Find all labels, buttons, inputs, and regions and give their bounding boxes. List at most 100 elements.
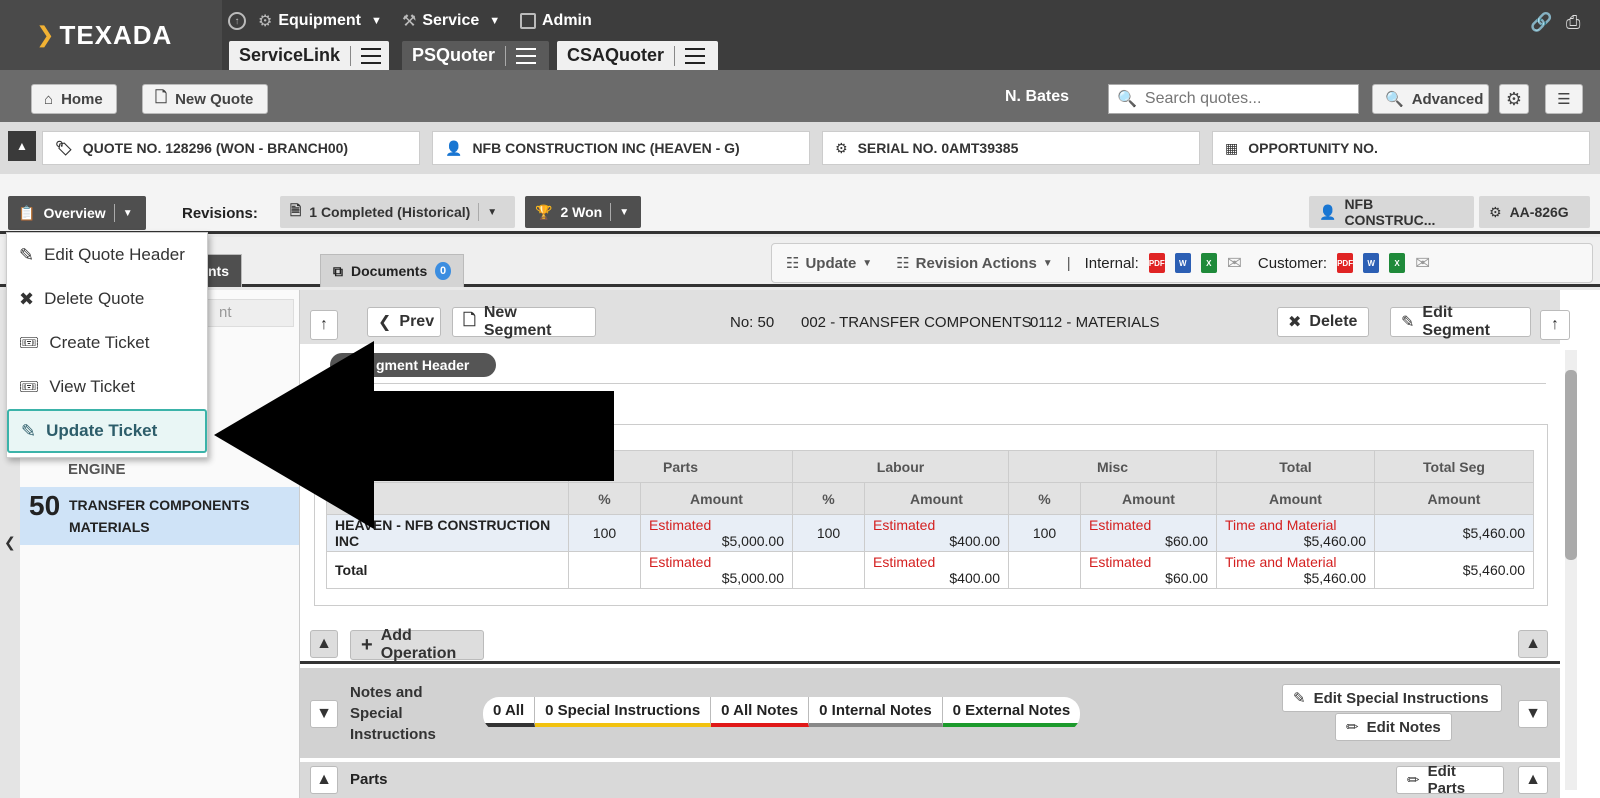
home-button[interactable]: ⌂ Home xyxy=(31,84,117,114)
caret-down-icon: ▼ xyxy=(487,206,498,218)
notes-filter-external[interactable]: 0 External Notes xyxy=(942,697,1081,727)
delete-segment-button[interactable]: ✖ Delete xyxy=(1277,307,1369,337)
ticket-icon: 🎟 xyxy=(19,379,40,396)
expand-down-icon[interactable]: ▼ xyxy=(310,700,338,728)
edit-icon: ✎ xyxy=(1293,690,1306,707)
new-document-icon: 🗋 xyxy=(155,88,168,106)
internal-email-icon[interactable]: ✉ xyxy=(1227,253,1242,274)
internal-excel-icon[interactable]: X xyxy=(1200,253,1217,273)
close-icon: ✖ xyxy=(1288,314,1302,331)
menu-icon[interactable] xyxy=(361,47,382,64)
list-icon: ☷ xyxy=(896,255,910,272)
overview-dropdown[interactable]: 📋 Overview ▼ xyxy=(8,196,146,230)
expand-down-icon[interactable]: ▼ xyxy=(1518,700,1548,728)
menu-item-delete-quote[interactable]: ✖ Delete Quote xyxy=(7,277,207,321)
trophy-icon: 🏆 xyxy=(535,203,553,220)
nav-equipment[interactable]: ⚙ Equipment ▼ xyxy=(258,10,382,32)
edit-segment-button[interactable]: ✎ Edit Segment xyxy=(1390,304,1531,339)
nav-up-icon[interactable]: ↑ xyxy=(228,10,246,32)
documents-count-badge: 0 xyxy=(435,262,451,280)
update-dropdown[interactable]: ☷ Update ▼ xyxy=(786,254,873,273)
menu-item-create-ticket[interactable]: 🎟 Create Ticket xyxy=(7,321,207,365)
pencil-icon: ✏ xyxy=(1346,719,1359,736)
search-input[interactable] xyxy=(1144,90,1345,108)
texada-logo[interactable]: ❯ TEXADA xyxy=(0,0,222,70)
segment-no: No: 50 xyxy=(730,314,775,331)
menu-item-view-ticket[interactable]: 🎟 View Ticket xyxy=(7,365,207,409)
internal-pdf-icon[interactable]: PDF xyxy=(1148,253,1165,273)
customer-label: Customer: xyxy=(1257,254,1328,272)
collapse-up-icon[interactable]: ▲ xyxy=(1518,630,1548,658)
link-icon[interactable]: 🔗 xyxy=(1530,12,1552,33)
search-icon: 🔍 xyxy=(1385,91,1404,108)
tab-servicelink[interactable]: ServiceLink xyxy=(229,41,389,70)
caret-down-icon: ▼ xyxy=(489,15,501,27)
plus-icon: + xyxy=(361,633,373,656)
notes-filter-all-notes[interactable]: 0 All Notes xyxy=(711,697,810,727)
scroll-top-icon[interactable]: ↑ xyxy=(1540,310,1570,340)
table-row[interactable]: Total Estimated $5,000.00 Estimated $400.0… xyxy=(326,551,1534,589)
collapse-up-icon[interactable]: ▲ xyxy=(1518,766,1548,794)
advanced-search-button[interactable]: 🔍 Advanced xyxy=(1372,84,1489,114)
tab-psquoter[interactable]: PSQuoter xyxy=(402,41,549,70)
customer-pdf-icon[interactable]: PDF xyxy=(1337,253,1354,273)
collapse-up-icon[interactable]: ▲ xyxy=(8,131,36,161)
opportunity-box[interactable]: ▦ OPPORTUNITY NO. xyxy=(1212,131,1590,165)
won-revisions-dropdown[interactable]: 🏆 2 Won ▼ xyxy=(525,196,641,228)
parts-section xyxy=(300,762,1560,798)
notes-filter-all[interactable]: 0 All xyxy=(483,697,536,727)
segment-engine[interactable]: ENGINE xyxy=(68,461,126,478)
completed-revisions-dropdown[interactable]: 🗎 1 Completed (Historical) ▼ xyxy=(280,196,515,228)
tools-icon: ⚒ xyxy=(402,13,417,30)
chevron-left-icon[interactable]: ❮ xyxy=(4,534,16,551)
content-scrollbar[interactable] xyxy=(1565,350,1577,790)
quote-number-box[interactable]: 🏷 QUOTE NO. 128296 (WON - BRANCH00) xyxy=(42,131,420,165)
new-segment-button[interactable]: 🗋 New Segment xyxy=(452,304,596,339)
gear-icon: ⚙ xyxy=(1489,203,1502,220)
settings-gear-icon[interactable]: ⚙ xyxy=(1499,84,1529,114)
notes-filter-internal[interactable]: 0 Internal Notes xyxy=(809,697,943,727)
collapse-up-icon[interactable]: ▲ xyxy=(310,630,338,658)
customer-email-icon[interactable]: ✉ xyxy=(1415,253,1430,274)
caret-down-icon: ▼ xyxy=(371,15,382,27)
unit-button[interactable]: ⚙ AA-826G xyxy=(1479,196,1590,228)
nav-admin[interactable]: Admin xyxy=(520,10,592,32)
menu-item-edit-quote-header[interactable]: ✎ Edit Quote Header xyxy=(7,233,207,277)
menu-item-update-ticket[interactable]: ✎ Update Ticket xyxy=(7,409,207,453)
user-name[interactable]: N. Bates xyxy=(1005,88,1069,106)
col-misc: Misc xyxy=(1008,450,1217,483)
customer-short-button[interactable]: 👤 NFB CONSTRUC... xyxy=(1309,196,1474,228)
caret-down-icon: ▼ xyxy=(862,257,873,269)
customer-word-icon[interactable]: W xyxy=(1363,253,1380,273)
serial-box[interactable]: ⚙ SERIAL NO. 0AMT39385 xyxy=(822,131,1200,165)
search-box[interactable]: 🔍 xyxy=(1108,84,1359,114)
add-operation-button[interactable]: + Add Operation xyxy=(350,627,484,662)
notes-filter-special[interactable]: 0 Special Instructions xyxy=(535,697,712,727)
edit-notes-button[interactable]: ✏ Edit Notes xyxy=(1335,713,1452,741)
nav-service[interactable]: ⚒ Service ▼ xyxy=(402,10,500,32)
close-icon: ✖ xyxy=(19,288,35,309)
prev-button[interactable]: ❮ Prev xyxy=(367,307,441,337)
sliders-icon xyxy=(520,13,536,29)
action-bar: ☷ Update ▼ ☷ Revision Actions ▼ | Internal: … xyxy=(771,243,1593,283)
edit-special-instructions-button[interactable]: ✎ Edit Special Instructions xyxy=(1282,684,1502,712)
layout-toggle-icon[interactable]: ☰ xyxy=(1545,84,1583,114)
collapse-up-icon[interactable]: ▲ xyxy=(310,766,338,794)
scroll-top-icon[interactable]: ↑ xyxy=(310,310,338,340)
annotation-arrow-icon xyxy=(214,341,614,529)
customer-excel-icon[interactable]: X xyxy=(1389,253,1406,273)
revision-actions-dropdown[interactable]: ☷ Revision Actions ▼ xyxy=(896,254,1053,273)
menu-icon[interactable] xyxy=(516,47,537,64)
new-quote-button[interactable]: 🗋 New Quote xyxy=(142,84,268,114)
new-document-icon: 🗋 xyxy=(463,311,476,329)
internal-word-icon[interactable]: W xyxy=(1174,253,1191,273)
customer-box[interactable]: 👤 NFB CONSTRUCTION INC (HEAVEN - G) xyxy=(432,131,810,165)
tab-documents[interactable]: ⧉ Documents 0 xyxy=(320,254,464,287)
clipboard-icon: 📋 xyxy=(18,204,36,221)
menu-icon[interactable] xyxy=(685,47,706,64)
print-icon[interactable]: ⎙ xyxy=(1566,12,1580,33)
tab-csaquoter[interactable]: CSAQuoter xyxy=(557,41,718,70)
operation-bar xyxy=(300,626,1560,664)
edit-parts-button[interactable]: ✏ Edit Parts xyxy=(1396,763,1504,797)
edit-icon: ✎ xyxy=(21,420,37,441)
